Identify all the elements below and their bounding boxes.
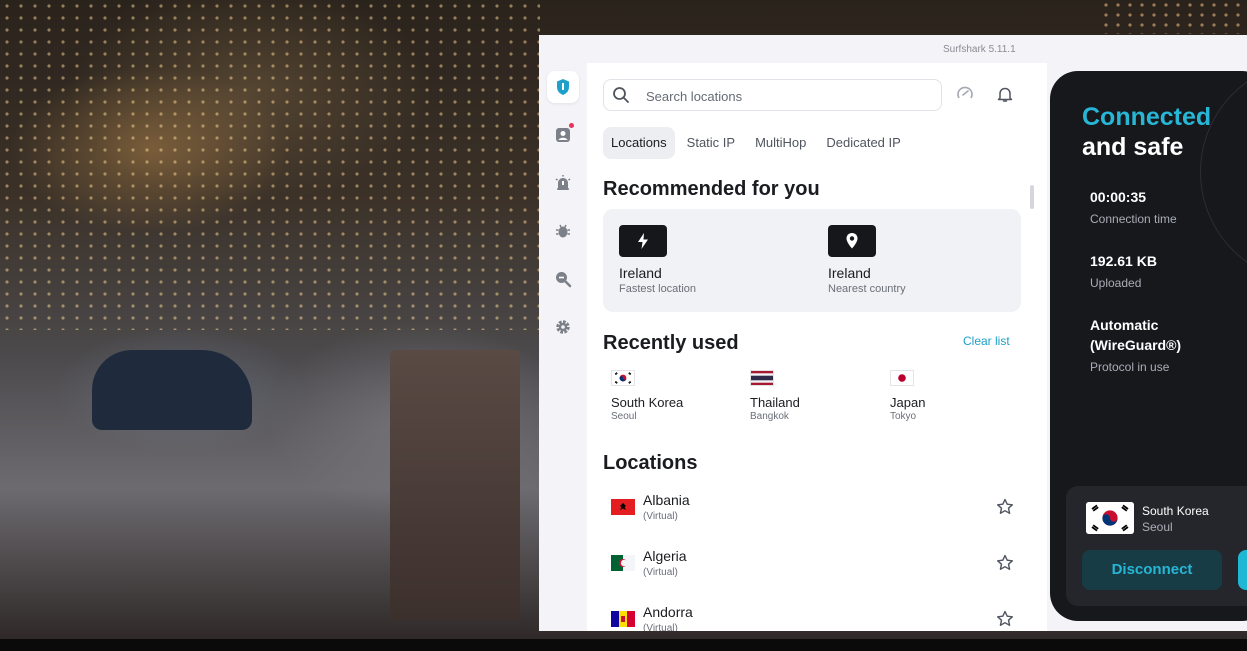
recent-item-south-korea[interactable]: South Korea Seoul [611, 370, 683, 422]
recommended-fastest[interactable]: Ireland Fastest location [619, 225, 696, 295]
recent-item-thailand[interactable]: Thailand Bangkok [750, 370, 800, 422]
location-tabs: Locations Static IP MultiHop Dedicated I… [603, 127, 909, 159]
current-server-card: South Korea Seoul Disconnect [1066, 486, 1247, 606]
favorite-star-icon[interactable] [995, 609, 1015, 629]
algeria-flag [611, 555, 635, 571]
notification-dot [569, 123, 574, 128]
clear-list-link[interactable]: Clear list [963, 334, 1010, 348]
location-row-algeria[interactable]: Algeria (Virtual) [611, 548, 1021, 588]
location-name: Andorra [643, 604, 693, 620]
window-title: Surfshark 5.11.1 [943, 44, 1016, 55]
notifications-button[interactable] [993, 82, 1017, 106]
lightning-icon [638, 233, 648, 249]
location-tag: (Virtual) [643, 623, 678, 631]
search-box[interactable] [603, 79, 942, 111]
sidebar-item-antivirus[interactable] [547, 215, 579, 247]
locations-heading: Locations [603, 452, 698, 474]
sidebar-item-account[interactable] [547, 119, 579, 151]
location-row-albania[interactable]: Albania (Virtual) [611, 492, 1021, 532]
albania-flag [611, 499, 635, 515]
connection-time-label: Connection time [1090, 212, 1177, 226]
lightning-icon-box [619, 225, 667, 257]
thailand-flag [750, 370, 774, 386]
antivirus-bug-icon [556, 224, 570, 238]
recommended-sub: Nearest country [828, 283, 906, 295]
andorra-flag [611, 611, 635, 627]
notifications-bell-icon [997, 87, 1013, 102]
speed-test-icon [957, 86, 973, 99]
speed-test-button[interactable] [953, 82, 977, 106]
tab-static-ip[interactable]: Static IP [679, 127, 743, 159]
location-pin-icon-box [828, 225, 876, 257]
uploaded-value: 192.61 KB [1090, 253, 1157, 269]
connection-time-value: 00:00:35 [1090, 189, 1147, 205]
locations-panel: Locations Static IP MultiHop Dedicated I… [587, 63, 1047, 631]
search-input[interactable] [644, 86, 928, 106]
recommended-card: Ireland Fastest location Ireland Nearest… [603, 209, 1021, 312]
tab-dedicated-ip[interactable]: Dedicated IP [818, 127, 908, 159]
location-name: Algeria [643, 548, 687, 564]
favorite-star-icon[interactable] [995, 553, 1015, 573]
server-city: Seoul [1142, 520, 1173, 534]
location-pin-icon [846, 233, 858, 249]
recommended-name: Ireland [828, 265, 871, 281]
location-name: Albania [643, 492, 690, 508]
connection-panel: Connected and safe 00:00:35 Connection t… [1050, 71, 1247, 621]
uploaded-label: Uploaded [1090, 276, 1142, 290]
building-lights [0, 0, 540, 330]
connected-title: Connected [1082, 103, 1212, 131]
tab-multihop[interactable]: MultiHop [747, 127, 814, 159]
settings-gear-icon [556, 320, 570, 334]
recent-city: Tokyo [890, 411, 917, 422]
recommended-name: Ireland [619, 265, 662, 281]
scrollbar-thumb[interactable] [1030, 185, 1034, 209]
search-alert-icon [556, 272, 572, 288]
protocol-value: Automatic [1090, 317, 1159, 333]
recent-name: Japan [890, 395, 926, 410]
protocol-label: Protocol in use [1090, 360, 1170, 374]
disconnect-button[interactable]: Disconnect [1082, 550, 1222, 590]
sidebar-rail [539, 63, 587, 631]
recommended-sub: Fastest location [619, 283, 697, 295]
title-bar[interactable]: Surfshark 5.11.1 [539, 35, 1247, 63]
statue-shape [390, 350, 520, 620]
recommended-heading: Recommended for you [603, 178, 820, 200]
search-icon [613, 87, 629, 103]
secondary-action-button[interactable] [1238, 550, 1247, 590]
account-icon [556, 128, 570, 142]
surfshark-shield-icon [557, 79, 569, 95]
surfshark-window: Surfshark 5.11.1 Search locations Locati… [539, 35, 1247, 631]
location-row-andorra[interactable]: Andorra (Virtual) [611, 604, 1021, 631]
recently-used-heading: Recently used [603, 332, 739, 354]
sidebar-item-settings[interactable] [547, 311, 579, 343]
alert-icon [555, 175, 571, 190]
south-korea-flag [1086, 502, 1134, 534]
taskbar-strip [0, 639, 1247, 651]
recent-name: South Korea [611, 395, 684, 410]
connected-subtitle: and safe [1082, 133, 1184, 161]
location-tag: (Virtual) [643, 567, 678, 578]
sidebar-item-alert[interactable] [547, 167, 579, 199]
recommended-nearest[interactable]: Ireland Nearest country [828, 225, 906, 295]
protocol-value-detail: (WireGuard®) [1090, 337, 1182, 353]
sidebar-item-vpn[interactable] [547, 71, 579, 103]
favorite-star-icon[interactable] [995, 497, 1015, 517]
recent-item-japan[interactable]: Japan Tokyo [890, 370, 925, 422]
sidebar-item-search-alert[interactable] [547, 263, 579, 295]
recent-city: Bangkok [750, 411, 789, 422]
south-korea-flag [611, 370, 635, 386]
recent-city: Seoul [611, 411, 637, 422]
recent-name: Thailand [750, 395, 800, 410]
tab-locations[interactable]: Locations [603, 127, 675, 159]
location-tag: (Virtual) [643, 511, 678, 522]
server-country: South Korea [1142, 504, 1209, 518]
top-lights [1100, 0, 1247, 34]
japan-flag [890, 370, 914, 386]
car-shape [92, 350, 252, 430]
